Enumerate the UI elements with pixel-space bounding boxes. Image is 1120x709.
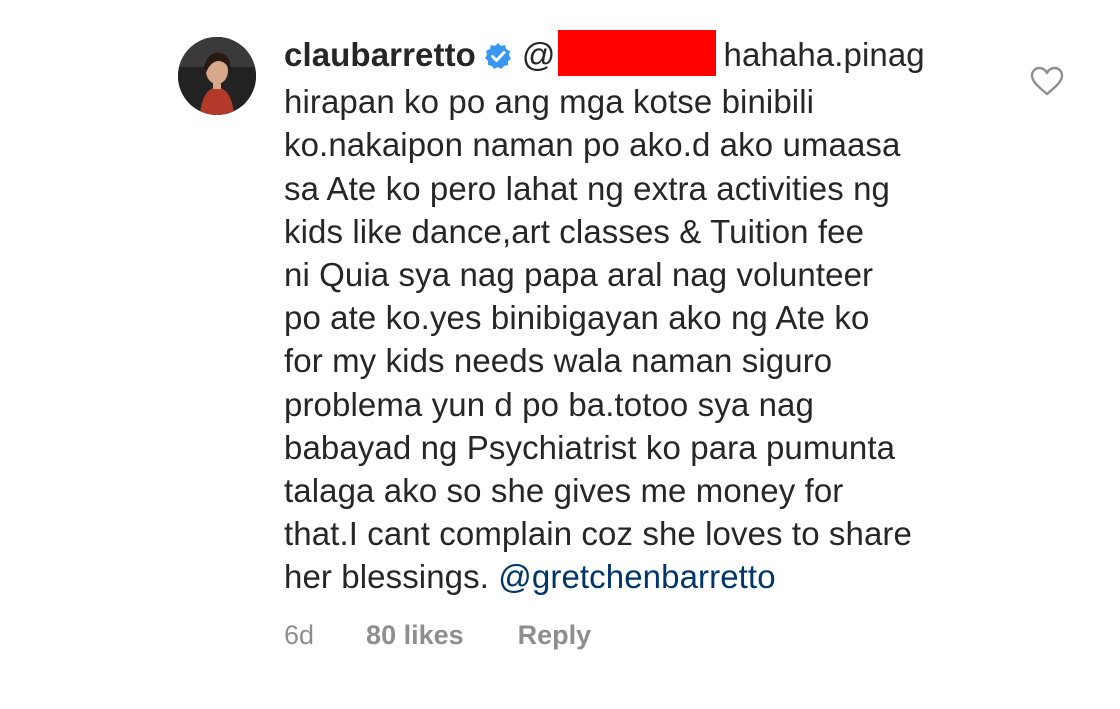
comment-last-line: her blessings. @gretchenbarretto	[284, 555, 1024, 598]
comment-text-line-2: hirapan ko po ang mga kotse binibili	[284, 83, 815, 121]
comment-text-line-8: for my kids needs wala naman siguro	[284, 342, 833, 380]
tagged-user-link[interactable]: @gretchenbarretto	[498, 558, 775, 595]
avatar[interactable]	[178, 37, 256, 115]
comment-text-line-13: her blessings.	[284, 558, 490, 596]
comment-meta: 6d 80 likes Reply	[284, 620, 591, 651]
comment-text-line-1: hahaha.pinag	[723, 36, 925, 73]
comment-first-line: claubarretto @ hahaha.pinag	[284, 30, 1024, 80]
redaction-box	[557, 30, 716, 76]
verified-badge-icon	[484, 37, 512, 80]
comment-timestamp[interactable]: 6d	[284, 620, 314, 651]
comment-text-line-12: that.I cant complain coz she loves to sh…	[284, 515, 912, 553]
comment-text-line-11: talaga ako so she gives me money for	[284, 472, 844, 510]
comment-likes-count[interactable]: 80 likes	[366, 620, 464, 651]
redacted-mention[interactable]: @	[521, 30, 724, 76]
comment-text-line-6: ni Quia sya nag papa aral nag volunteer	[284, 256, 874, 294]
comment-username[interactable]: claubarretto	[284, 36, 476, 73]
heart-outline-icon[interactable]	[1030, 66, 1064, 96]
comment-text-line-3: ko.nakaipon naman po ako.d ako umaasa	[284, 126, 901, 164]
comment-text-line-9: problema yun d po ba.totoo sya nag	[284, 385, 814, 423]
comment-body: claubarretto @ hahaha.pinag hirapan ko po …	[284, 30, 1024, 599]
reply-button[interactable]: Reply	[518, 620, 592, 651]
comment-text-line-4: sa Ate ko pero lahat ng extra activities…	[284, 169, 890, 207]
mention-at-sign: @	[521, 36, 556, 73]
comment-text-line-7: po ate ko.yes binibigayan ako ng Ate ko	[284, 299, 870, 337]
comment-text-line-5: kids like dance,art classes & Tuition fe…	[284, 212, 865, 250]
comment-text-line-10: babayad ng Psychiatrist ko para pumunta	[284, 428, 896, 466]
comment-item: claubarretto @ hahaha.pinag hirapan ko po …	[0, 0, 1120, 709]
avatar-image	[178, 37, 256, 115]
